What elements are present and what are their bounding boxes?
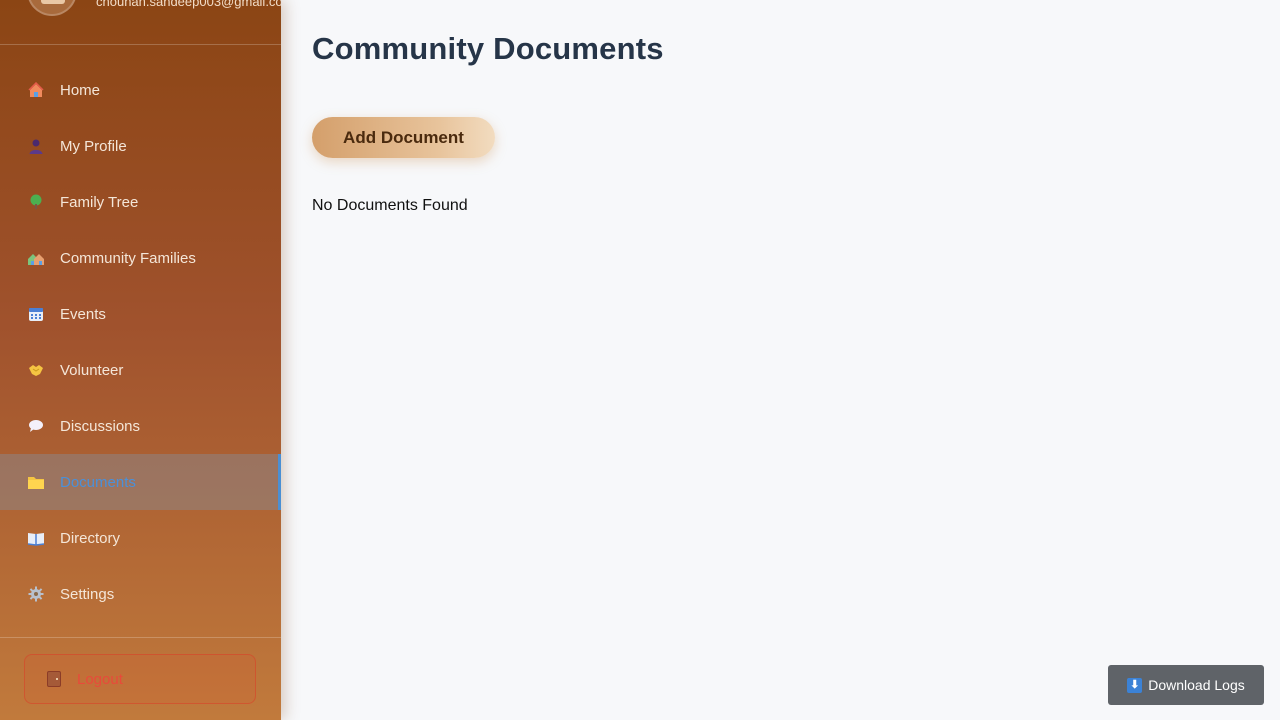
folder-icon	[27, 473, 45, 491]
sidebar-item-label: Family Tree	[60, 193, 139, 211]
tree-icon	[27, 193, 45, 211]
user-email: chouhan.sandeep003@gmail.com	[96, 0, 281, 9]
add-document-button[interactable]: Add Document	[312, 117, 495, 158]
sidebar-item-volunteer[interactable]: Volunteer	[0, 342, 281, 398]
calendar-icon	[27, 305, 45, 323]
speech-bubble-icon	[27, 417, 45, 435]
download-logs-button[interactable]: ⬇ Download Logs	[1108, 665, 1264, 705]
sidebar-item-directory[interactable]: Directory	[0, 510, 281, 566]
sidebar-item-home[interactable]: Home	[0, 62, 281, 118]
sidebar-item-label: Documents	[60, 473, 136, 491]
sidebar-divider	[0, 637, 281, 638]
sidebar-item-documents[interactable]: Documents	[0, 454, 281, 510]
sidebar: chouhan.sandeep003@gmail.com Home My Pro…	[0, 0, 281, 720]
house-icon	[27, 81, 45, 99]
sidebar-item-label: Settings	[60, 585, 115, 603]
sidebar-item-discussions[interactable]: Discussions	[0, 398, 281, 454]
sidebar-item-label: Directory	[60, 529, 121, 547]
sidebar-item-label: Community Families	[60, 249, 196, 267]
download-logs-label: Download Logs	[1148, 677, 1245, 693]
sidebar-item-events[interactable]: Events	[0, 286, 281, 342]
sidebar-item-settings[interactable]: Settings	[0, 566, 281, 622]
door-icon	[47, 671, 61, 687]
gear-icon	[27, 585, 45, 603]
profile-header: chouhan.sandeep003@gmail.com	[0, 0, 281, 45]
sidebar-nav: Home My Profile Family Tree Community Fa…	[0, 62, 281, 622]
page-title: Community Documents	[312, 31, 664, 66]
sidebar-item-label: Volunteer	[60, 361, 124, 379]
logout-label: Logout	[77, 670, 123, 688]
sidebar-item-community-families[interactable]: Community Families	[0, 230, 281, 286]
sidebar-item-label: Home	[60, 81, 101, 99]
handshake-icon	[27, 361, 45, 379]
avatar[interactable]	[27, 0, 77, 16]
sidebar-item-my-profile[interactable]: My Profile	[0, 118, 281, 174]
download-arrow-icon: ⬇	[1127, 677, 1143, 693]
sidebar-item-label: My Profile	[60, 137, 127, 155]
sidebar-item-family-tree[interactable]: Family Tree	[0, 174, 281, 230]
person-icon	[27, 137, 45, 155]
houses-icon	[27, 249, 45, 267]
book-icon	[27, 529, 45, 547]
sidebar-item-label: Discussions	[60, 417, 141, 435]
empty-state-text: No Documents Found	[312, 197, 468, 214]
logout-button[interactable]: Logout	[24, 654, 256, 704]
sidebar-item-label: Events	[60, 305, 106, 323]
